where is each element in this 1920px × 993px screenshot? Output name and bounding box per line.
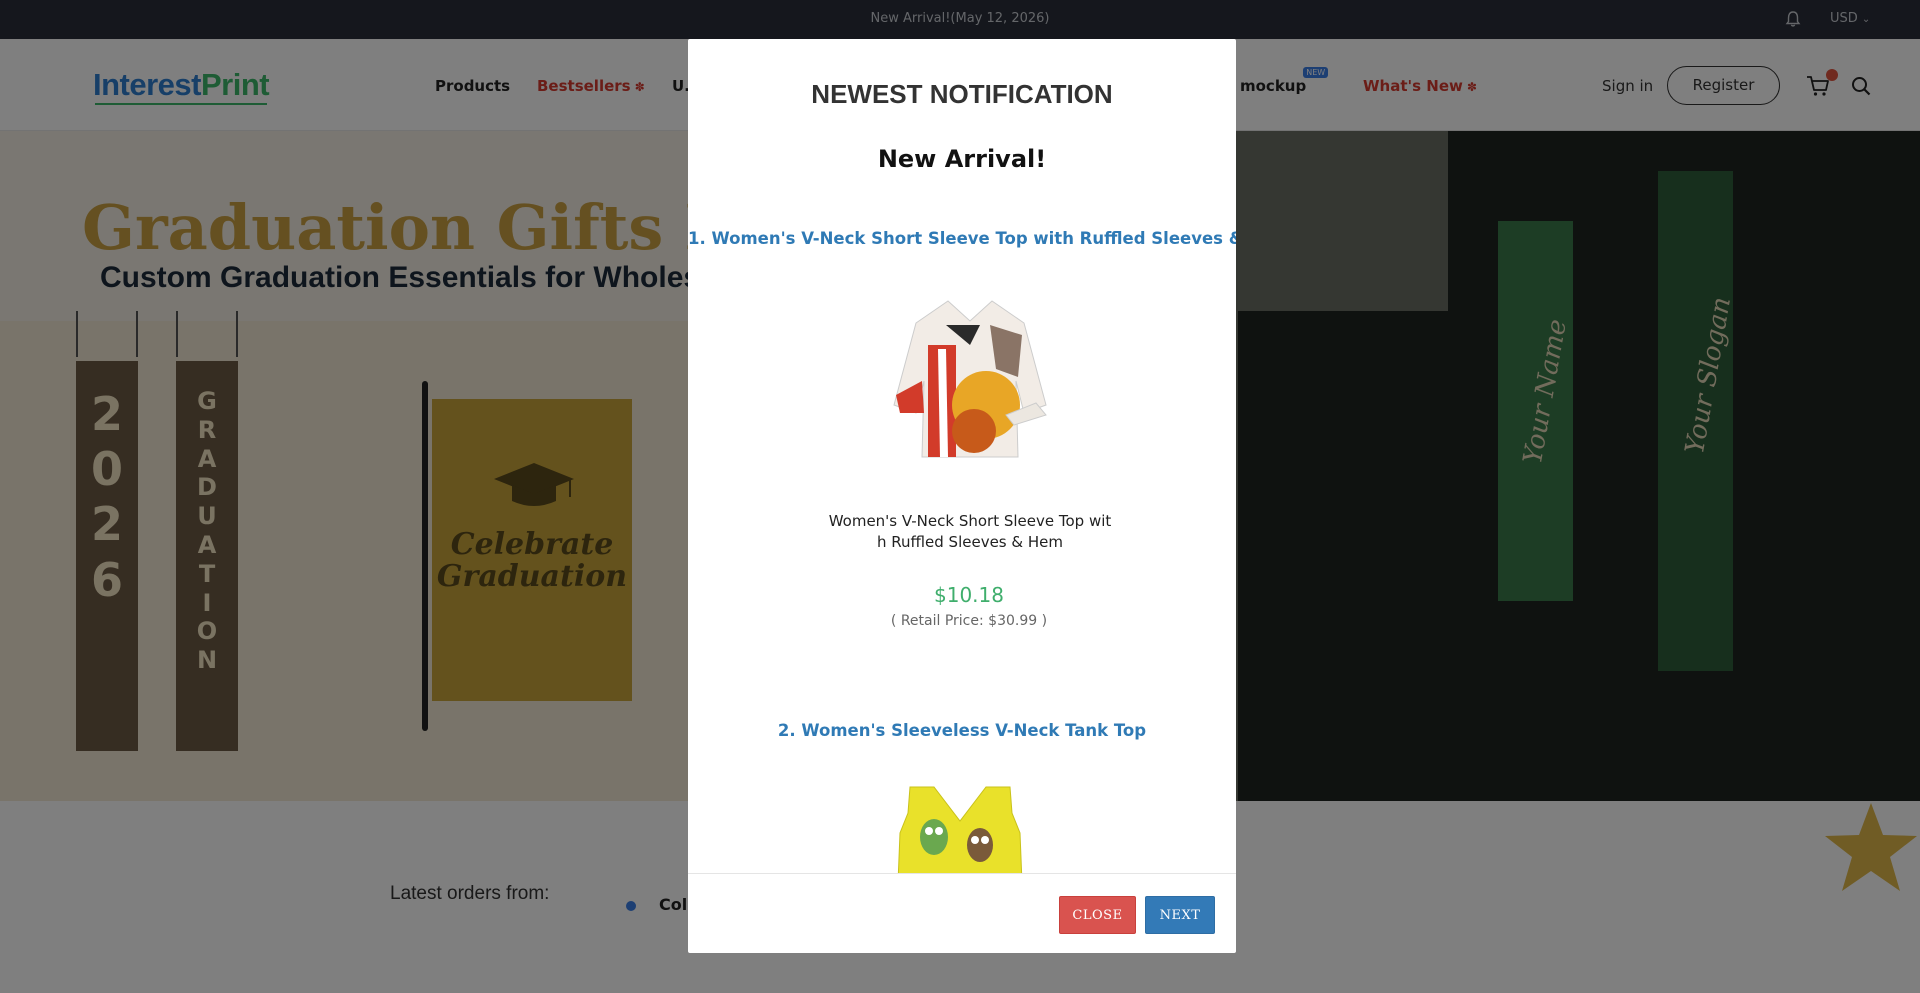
product-name-1[interactable]: Women's V-Neck Short Sleeve Top wit h Ru… <box>825 511 1115 553</box>
modal-body[interactable]: NEWEST NOTIFICATION New Arrival! 1. Wome… <box>688 39 1236 873</box>
notification-modal: NEWEST NOTIFICATION New Arrival! 1. Wome… <box>688 39 1236 953</box>
product-image-vneck-top[interactable] <box>886 285 1054 475</box>
product-name-1-line1: Women's V-Neck Short Sleeve Top wit <box>828 512 1112 530</box>
product-name-1-line2: h Ruffled Sleeves & Hem <box>877 533 1063 551</box>
product-heading-2[interactable]: 2. Women's Sleeveless V-Neck Tank Top <box>688 721 1236 740</box>
modal-subtitle: New Arrival! <box>877 145 1047 173</box>
next-button[interactable]: NEXT <box>1145 896 1215 934</box>
product-retail-price-1: ( Retail Price: $30.99 ) <box>890 613 1048 629</box>
modal-title: NEWEST NOTIFICATION <box>811 79 1113 109</box>
product-price-1: $10.18 <box>934 583 1004 607</box>
product-heading-1[interactable]: 1. Women's V-Neck Short Sleeve Top with … <box>688 229 1236 248</box>
close-button[interactable]: CLOSE <box>1059 896 1136 934</box>
modal-footer: CLOSE NEXT <box>688 873 1236 953</box>
product-image-tank-top[interactable] <box>860 783 1060 873</box>
